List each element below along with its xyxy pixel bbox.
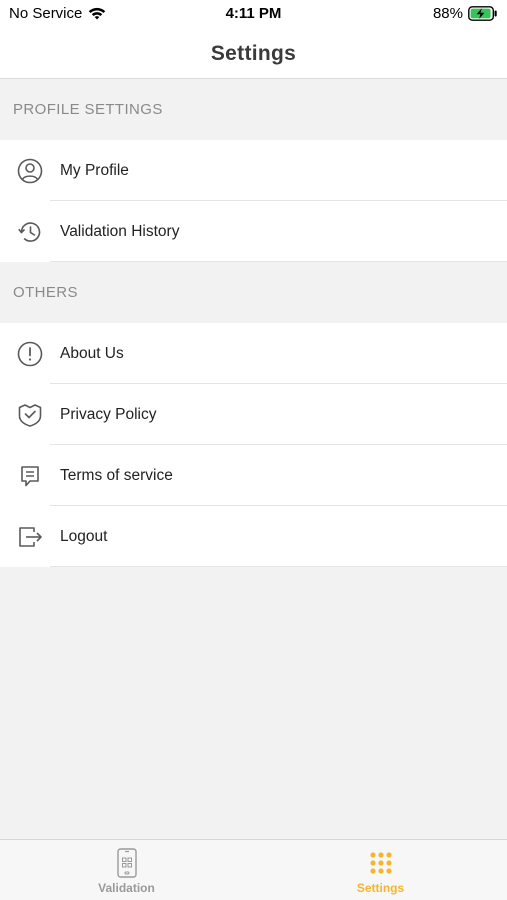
row-label-my-profile: My Profile	[60, 161, 129, 179]
section-header-others: OTHERS	[0, 262, 507, 323]
tab-validation[interactable]: Validation	[0, 840, 253, 900]
info-circle-icon	[17, 341, 43, 367]
row-validation-history[interactable]: Validation History	[0, 201, 507, 262]
row-terms-of-service[interactable]: Terms of service	[0, 445, 507, 506]
row-label-about-us: About Us	[60, 344, 124, 362]
nav-header: Settings	[0, 30, 507, 79]
row-privacy-policy[interactable]: Privacy Policy	[0, 384, 507, 445]
user-circle-icon	[17, 158, 43, 184]
history-icon	[18, 222, 41, 242]
document-icon	[21, 466, 39, 487]
row-label-validation-history: Validation History	[60, 222, 180, 240]
row-logout[interactable]: Logout	[0, 506, 507, 567]
battery-charging-icon	[468, 6, 497, 21]
row-label-logout: Logout	[60, 527, 108, 545]
tab-settings[interactable]: Settings	[254, 840, 507, 900]
shield-check-icon	[18, 404, 42, 427]
status-time: 4:11 PM	[225, 5, 282, 22]
phone-qr-icon	[116, 848, 137, 878]
status-right: 88%	[433, 5, 498, 22]
grid-dots-icon	[369, 852, 392, 874]
settings-screen: No Service 4:11 PM 88% Settings PROFILE …	[0, 0, 507, 900]
row-divider	[50, 566, 507, 567]
page-title: Settings	[210, 42, 297, 65]
tab-bar: Validation Settings	[0, 839, 507, 900]
section-header-profile-settings: PROFILE SETTINGS	[0, 79, 507, 140]
row-my-profile[interactable]: My Profile	[0, 140, 507, 201]
tab-label-validation: Validation	[98, 881, 155, 895]
status-bar: No Service 4:11 PM 88%	[0, 0, 507, 30]
row-label-terms-of-service: Terms of service	[60, 466, 173, 484]
tab-label-settings: Settings	[356, 881, 405, 895]
row-about-us[interactable]: About Us	[0, 323, 507, 384]
logout-icon	[19, 527, 42, 547]
battery-percent: 88%	[432, 5, 463, 22]
row-label-privacy-policy: Privacy Policy	[60, 405, 157, 423]
